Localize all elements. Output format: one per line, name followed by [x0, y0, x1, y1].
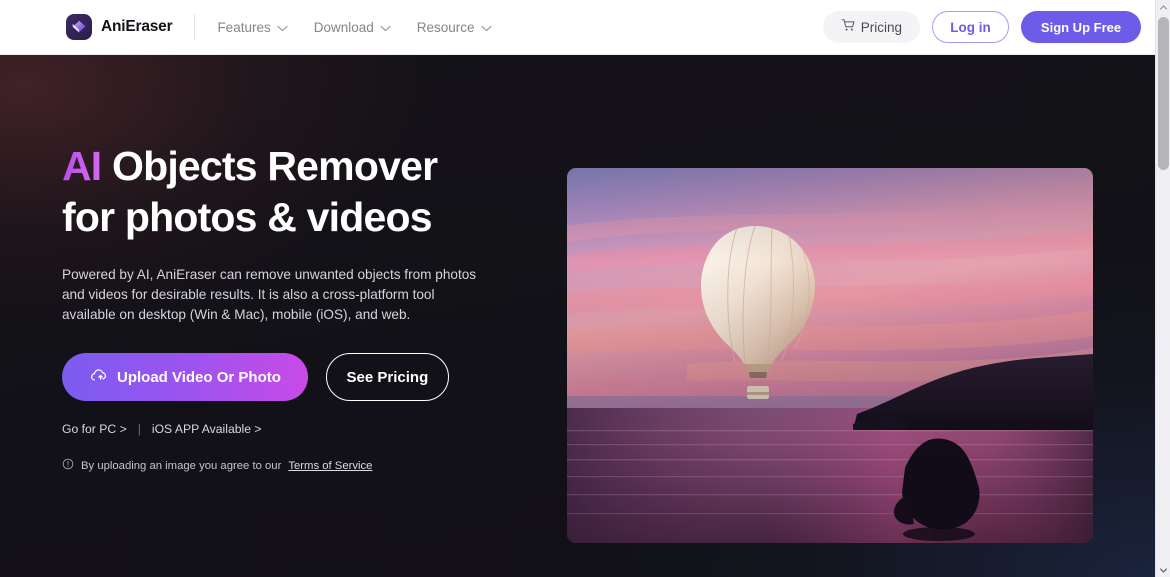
- eraser-logo-icon: [66, 14, 92, 40]
- pricing-button-label: Pricing: [860, 19, 902, 35]
- nav-item-label: Resource: [416, 19, 475, 35]
- nav-item-download[interactable]: Download: [314, 20, 391, 35]
- chevron-down-icon: [380, 20, 391, 35]
- scroll-up-arrow-icon[interactable]: [1156, 0, 1170, 14]
- scrollbar-thumb[interactable]: [1158, 17, 1169, 170]
- shopping-cart-icon: [841, 18, 856, 36]
- nav-item-label: Features: [217, 19, 271, 35]
- headline-rest: Objects Remover: [101, 143, 438, 189]
- page-title: AI Objects Remover for photos & videos: [62, 141, 532, 243]
- info-circle-icon: [62, 458, 74, 473]
- header-actions: Pricing Log in Sign Up Free: [822, 11, 1141, 43]
- nav-item-features[interactable]: Features: [217, 19, 288, 35]
- chevron-down-icon: [480, 20, 492, 35]
- hot-air-balloon-sunset-photo: [567, 168, 1093, 543]
- terms-of-service-link[interactable]: Terms of Service: [288, 460, 372, 472]
- site-header: AniEraser Features Download Resource Pri…: [0, 0, 1155, 55]
- hero-section: AI Objects Remover for photos & videos P…: [0, 55, 1155, 577]
- cloud-upload-icon: [89, 366, 108, 389]
- signup-button-label: Sign Up Free: [1040, 19, 1122, 35]
- see-pricing-button[interactable]: See Pricing: [325, 353, 449, 401]
- brand-logo-link[interactable]: AniEraser: [66, 14, 173, 40]
- hero-description: Powered by AI, AniEraser can remove unwa…: [62, 267, 477, 322]
- login-button[interactable]: Log in: [932, 11, 1009, 43]
- signup-button[interactable]: Sign Up Free: [1021, 11, 1141, 43]
- see-pricing-label: See Pricing: [346, 368, 429, 386]
- main-navigation: Features Download Resource: [217, 19, 492, 35]
- terms-notice-text: By uploading an image you agree to our: [81, 459, 282, 472]
- hero-copy: AI Objects Remover for photos & videos P…: [62, 141, 532, 473]
- login-button-label: Log in: [950, 19, 991, 35]
- scroll-down-arrow-icon[interactable]: [1156, 563, 1170, 577]
- nav-item-resource[interactable]: Resource: [417, 20, 492, 35]
- vertical-scrollbar[interactable]: [1155, 0, 1170, 577]
- headline-accent: AI: [62, 143, 102, 189]
- headline-line-2: for photos & videos: [62, 194, 433, 240]
- upload-video-or-photo-button[interactable]: Upload Video Or Photo: [62, 353, 308, 401]
- go-for-pc-link[interactable]: Go for PC >: [62, 422, 127, 436]
- ios-app-available-link[interactable]: iOS APP Available >: [152, 422, 262, 436]
- page-content: AniEraser Features Download Resource Pri…: [0, 0, 1155, 577]
- browser-viewport: AniEraser Features Download Resource Pri…: [0, 0, 1170, 577]
- platform-links: Go for PC > | iOS APP Available >: [62, 422, 532, 436]
- hero-cta-row: Upload Video Or Photo See Pricing: [62, 353, 532, 401]
- links-separator: |: [137, 422, 141, 436]
- upload-button-label: Upload Video Or Photo: [117, 368, 281, 386]
- pricing-button[interactable]: Pricing: [822, 11, 920, 43]
- nav-item-label: Download: [313, 19, 374, 35]
- header-divider: [194, 14, 196, 40]
- chevron-down-icon: [277, 20, 288, 35]
- terms-notice: By uploading an image you agree to our T…: [62, 458, 532, 473]
- brand-name: AniEraser: [101, 18, 173, 35]
